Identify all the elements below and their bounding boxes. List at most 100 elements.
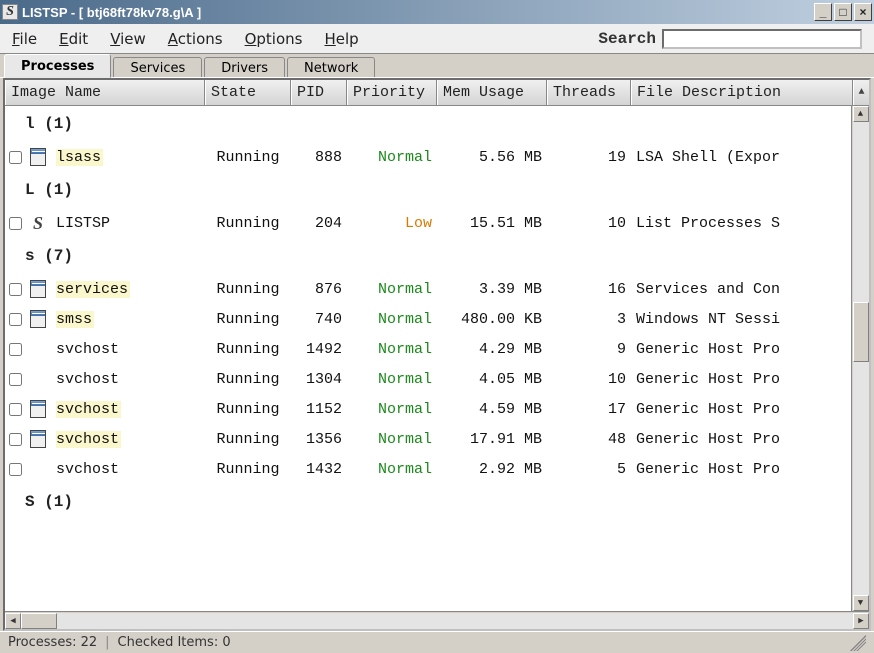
table-row[interactable]: svchostRunning1356Normal17.91 MB48Generi… [5,424,869,454]
close-button[interactable]: × [854,3,872,21]
scroll-track-vertical[interactable] [853,122,869,595]
table-row[interactable]: svchostRunning1432Normal2.92 MB5Generic … [5,454,869,484]
process-window-icon [25,280,51,298]
cell-state: Running [205,431,291,448]
tab-processes[interactable]: Processes [4,54,111,78]
cell-image-name: svchost [51,431,205,448]
scroll-thumb-vertical[interactable] [853,302,869,362]
cell-mem-usage: 5.56 MB [437,149,547,166]
cell-threads: 48 [547,431,631,448]
cell-mem-usage: 15.51 MB [437,215,547,232]
col-header-file-description[interactable]: File Description [631,80,853,105]
scroll-left-button[interactable]: ◀ [5,613,21,629]
cell-image-name: svchost [51,341,205,358]
cell-mem-usage: 4.05 MB [437,371,547,388]
status-checked-count: 0 [222,635,230,650]
process-window-icon [25,310,51,328]
cell-priority: Normal [347,431,437,448]
scroll-track-horizontal[interactable] [57,613,853,629]
cell-priority: Normal [347,311,437,328]
search-input[interactable] [662,29,862,49]
tab-network[interactable]: Network [287,57,375,79]
cell-file-description: Generic Host Pro [631,461,869,478]
group-header[interactable]: l (1) [5,106,869,142]
cell-mem-usage: 3.39 MB [437,281,547,298]
group-header[interactable]: L (1) [5,172,869,208]
cell-image-name: services [51,281,205,298]
menu-bar: File Edit View Actions Options Help Sear… [0,24,874,54]
tab-services[interactable]: Services [113,57,202,79]
table-row[interactable]: svchostRunning1152Normal4.59 MB17Generic… [5,394,869,424]
menu-help[interactable]: Help [324,30,358,48]
cell-threads: 5 [547,461,631,478]
cell-mem-usage: 17.91 MB [437,431,547,448]
resize-grip-icon[interactable] [850,635,866,651]
table-row[interactable]: SLISTSPRunning204Low15.51 MB10List Proce… [5,208,869,238]
cell-file-description: Windows NT Sessi [631,311,869,328]
col-header-sort-arrow-icon[interactable]: ▲ [853,80,869,105]
row-checkbox[interactable] [9,403,22,416]
col-header-pid[interactable]: PID [291,80,347,105]
scroll-down-button[interactable]: ▼ [853,595,869,611]
menu-edit[interactable]: Edit [59,30,88,48]
group-header[interactable]: s (7) [5,238,869,274]
vertical-scrollbar[interactable]: ▲ ▼ [851,106,869,611]
table-row[interactable]: servicesRunning876Normal3.39 MB16Service… [5,274,869,304]
cell-priority: Normal [347,461,437,478]
menu-file[interactable]: File [12,30,37,48]
cell-priority: Normal [347,341,437,358]
row-checkbox[interactable] [9,151,22,164]
cell-mem-usage: 480.00 KB [437,311,547,328]
table-row[interactable]: smssRunning740Normal480.00 KB3Windows NT… [5,304,869,334]
cell-file-description: Generic Host Pro [631,401,869,418]
row-checkbox[interactable] [9,373,22,386]
app-icon: S [2,4,18,20]
cell-pid: 876 [291,281,347,298]
row-checkbox[interactable] [9,343,22,356]
horizontal-scrollbar[interactable]: ◀ ▶ [5,611,869,629]
listsp-app-icon: S [25,214,51,232]
col-header-image-name[interactable]: Image Name [5,80,205,105]
col-header-priority[interactable]: Priority [347,80,437,105]
maximize-button[interactable]: □ [834,3,852,21]
scroll-up-button[interactable]: ▲ [853,106,869,122]
menu-view[interactable]: View [110,30,146,48]
group-header[interactable]: S (1) [5,484,869,520]
cell-state: Running [205,281,291,298]
col-header-threads[interactable]: Threads [547,80,631,105]
scroll-right-button[interactable]: ▶ [853,613,869,629]
status-bar: Processes: 22 | Checked Items: 0 [0,631,874,653]
menu-options[interactable]: Options [245,30,303,48]
col-header-state[interactable]: State [205,80,291,105]
cell-priority: Normal [347,401,437,418]
row-checkbox[interactable] [9,313,22,326]
cell-file-description: Generic Host Pro [631,431,869,448]
menu-actions[interactable]: Actions [168,30,223,48]
minimize-button[interactable]: _ [814,3,832,21]
cell-image-name: lsass [51,149,205,166]
cell-priority: Low [347,215,437,232]
cell-priority: Normal [347,371,437,388]
table-row[interactable]: lsassRunning888Normal5.56 MB19LSA Shell … [5,142,869,172]
status-processes-count: 22 [81,635,98,650]
cell-threads: 9 [547,341,631,358]
table-row[interactable]: svchostRunning1304Normal4.05 MB10Generic… [5,364,869,394]
scroll-thumb-horizontal[interactable] [21,613,57,629]
row-checkbox[interactable] [9,283,22,296]
row-checkbox[interactable] [9,463,22,476]
table-row[interactable]: svchostRunning1492Normal4.29 MB9Generic … [5,334,869,364]
process-window-icon [25,148,51,166]
cell-image-name: LISTSP [51,215,205,232]
process-list-panel: Image Name State PID Priority Mem Usage … [3,78,871,631]
row-checkbox[interactable] [9,433,22,446]
cell-pid: 1152 [291,401,347,418]
row-checkbox[interactable] [9,217,22,230]
cell-file-description: Services and Con [631,281,869,298]
cell-state: Running [205,341,291,358]
cell-threads: 3 [547,311,631,328]
cell-threads: 17 [547,401,631,418]
cell-state: Running [205,401,291,418]
col-header-mem-usage[interactable]: Mem Usage [437,80,547,105]
tab-drivers[interactable]: Drivers [204,57,285,79]
cell-threads: 10 [547,215,631,232]
